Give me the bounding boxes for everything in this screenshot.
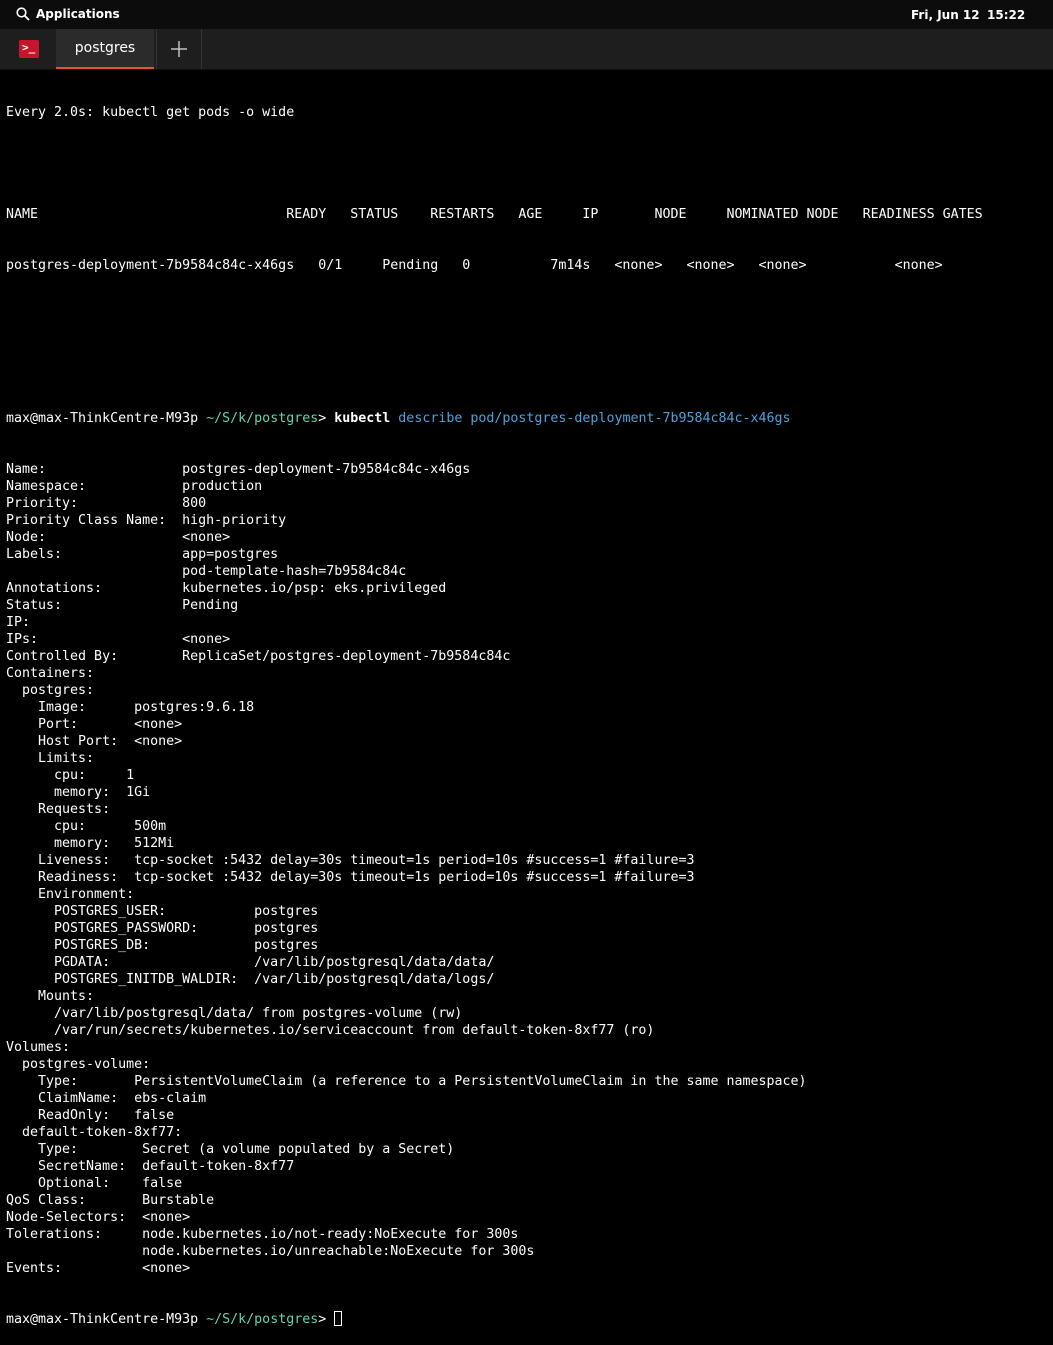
terminal-icon[interactable]: >_	[19, 40, 39, 58]
output-line: /var/run/secrets/kubernetes.io/serviceac…	[6, 1023, 655, 1038]
clock-time[interactable]: 15:22	[987, 8, 1025, 22]
output-line: SecretName: default-token-8xf77	[6, 1159, 295, 1174]
output-line: Namespace: production	[6, 479, 263, 494]
prompt-path: ~/S/k/postgres	[198, 1312, 319, 1327]
output-line: default-token-8xf77:	[6, 1125, 183, 1140]
output-line: cpu: 500m	[6, 819, 167, 834]
output-line: Optional: false	[6, 1176, 183, 1191]
search-icon	[16, 7, 30, 21]
output-line: Requests:	[6, 802, 111, 817]
output-line: Mounts:	[6, 989, 95, 1004]
output-line: Liveness: tcp-socket :5432 delay=30s tim…	[6, 853, 695, 868]
output-line: POSTGRES_DB: postgres	[6, 938, 319, 953]
command-line: max@max-ThinkCentre-M93p ~/S/k/postgres>…	[6, 410, 1051, 427]
top-bar: Applications Fri, Jun 12 15:22	[0, 0, 1053, 29]
output-line: memory: 512Mi	[6, 836, 175, 851]
output-line: Status: Pending	[6, 598, 239, 613]
output-line: Priority Class Name: high-priority	[6, 513, 287, 528]
output-line: Annotations: kubernetes.io/psp: eks.priv…	[6, 581, 447, 596]
terminal-tab-bar: >_ postgres	[0, 29, 1053, 70]
plus-icon	[171, 41, 187, 57]
output-line: Node-Selectors: <none>	[6, 1210, 191, 1225]
output-line: memory: 1Gi	[6, 785, 151, 800]
active-prompt[interactable]: max@max-ThinkCentre-M93p ~/S/k/postgres>	[6, 1311, 1051, 1328]
output-line: /var/lib/postgresql/data/ from postgres-…	[6, 1006, 463, 1021]
output-line: ClaimName: ebs-claim	[6, 1091, 207, 1106]
applications-label: Applications	[36, 7, 120, 21]
output-line: Host Port: <none>	[6, 734, 183, 749]
prompt-path: ~/S/k/postgres	[198, 411, 319, 426]
terminal-output[interactable]: Every 2.0s: kubectl get pods -o wide NAM…	[6, 70, 1051, 1345]
output-line: Name: postgres-deployment-7b9584c84c-x46…	[6, 462, 471, 477]
output-line: postgres:	[6, 683, 95, 698]
output-line: POSTGRES_INITDB_WALDIR: /var/lib/postgre…	[6, 972, 495, 987]
prompt-user: max@max-ThinkCentre-M93p	[6, 1312, 199, 1327]
output-line: pod-template-hash=7b9584c84c	[6, 564, 407, 579]
output-line: node.kubernetes.io/unreachable:NoExecute…	[6, 1244, 535, 1259]
output-line: Labels: app=postgres	[6, 547, 279, 562]
output-line: Volumes:	[6, 1040, 71, 1055]
tab-label: postgres	[74, 40, 136, 56]
applications-menu[interactable]: Applications	[16, 7, 120, 21]
command: kubectl	[334, 411, 391, 426]
output-line: Environment:	[6, 887, 135, 902]
tab-postgres[interactable]: postgres	[56, 29, 154, 69]
pods-table-header: NAME READY STATUS RESTARTS AGE IP NODE N…	[6, 207, 983, 222]
output-line: Limits:	[6, 751, 95, 766]
output-line: Containers:	[6, 666, 95, 681]
output-line: Image: postgres:9.6.18	[6, 700, 255, 715]
output-line: postgres-volume:	[6, 1057, 151, 1072]
describe-output: Name: postgres-deployment-7b9584c84c-x46…	[6, 461, 1051, 1277]
output-line: POSTGRES_USER: postgres	[6, 904, 319, 919]
output-line: IP:	[6, 615, 31, 630]
output-line: ReadOnly: false	[6, 1108, 175, 1123]
prompt-symbol: >	[318, 411, 335, 426]
output-line: Port: <none>	[6, 717, 183, 732]
output-line: cpu: 1	[6, 768, 135, 783]
output-line: QoS Class: Burstable	[6, 1193, 215, 1208]
output-line: Priority: 800	[6, 496, 207, 511]
text-cursor	[334, 1311, 343, 1326]
output-line: Controlled By: ReplicaSet/postgres-deplo…	[6, 649, 511, 664]
output-line: IPs: <none>	[6, 632, 231, 647]
output-line: Readiness: tcp-socket :5432 delay=30s ti…	[6, 870, 695, 885]
prompt-user: max@max-ThinkCentre-M93p	[6, 411, 199, 426]
output-line: Type: Secret (a volume populated by a Se…	[6, 1142, 455, 1157]
command-args: describe pod/postgres-deployment-7b9584c…	[390, 411, 791, 426]
output-line: POSTGRES_PASSWORD: postgres	[6, 921, 319, 936]
clock-date[interactable]: Fri, Jun 12	[911, 8, 980, 22]
pods-table-row: postgres-deployment-7b9584c84c-x46gs 0/1…	[6, 258, 943, 273]
output-line: Tolerations: node.kubernetes.io/not-read…	[6, 1227, 519, 1242]
watch-header: Every 2.0s: kubectl get pods -o wide	[6, 105, 295, 120]
output-line: Events: <none>	[6, 1261, 191, 1276]
output-line: Type: PersistentVolumeClaim (a reference…	[6, 1074, 807, 1089]
output-line: PGDATA: /var/lib/postgresql/data/data/	[6, 955, 495, 970]
output-line: Node: <none>	[6, 530, 231, 545]
new-tab-button[interactable]	[156, 29, 202, 69]
prompt-symbol: >	[318, 1312, 335, 1327]
